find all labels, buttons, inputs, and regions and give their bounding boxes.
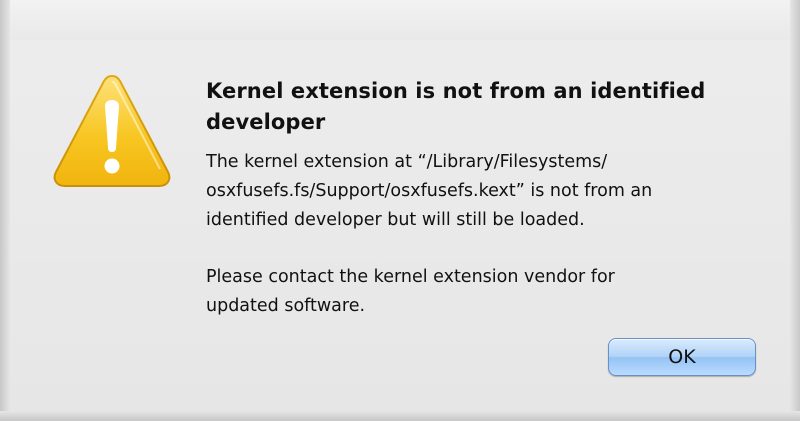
dialog-right-edge (790, 0, 800, 421)
dialog-message: The kernel extension at “/Library/Filesy… (206, 148, 766, 321)
dialog-left-edge (0, 0, 10, 421)
ok-button[interactable]: OK (608, 338, 756, 376)
dialog-top-strip (0, 0, 800, 40)
message-paragraph-1: The kernel extension at “/Library/Filesy… (206, 152, 653, 230)
dialog-title: Kernel extension is not from an identifi… (206, 79, 706, 134)
dialog-bottom-edge (0, 411, 800, 421)
alert-dialog: Kernel extension is not from an identifi… (0, 0, 800, 421)
dialog-content: Kernel extension is not from an identifi… (206, 76, 766, 349)
warning-triangle-icon (53, 74, 171, 187)
message-paragraph-2: Please contact the kernel extension vend… (206, 267, 615, 316)
